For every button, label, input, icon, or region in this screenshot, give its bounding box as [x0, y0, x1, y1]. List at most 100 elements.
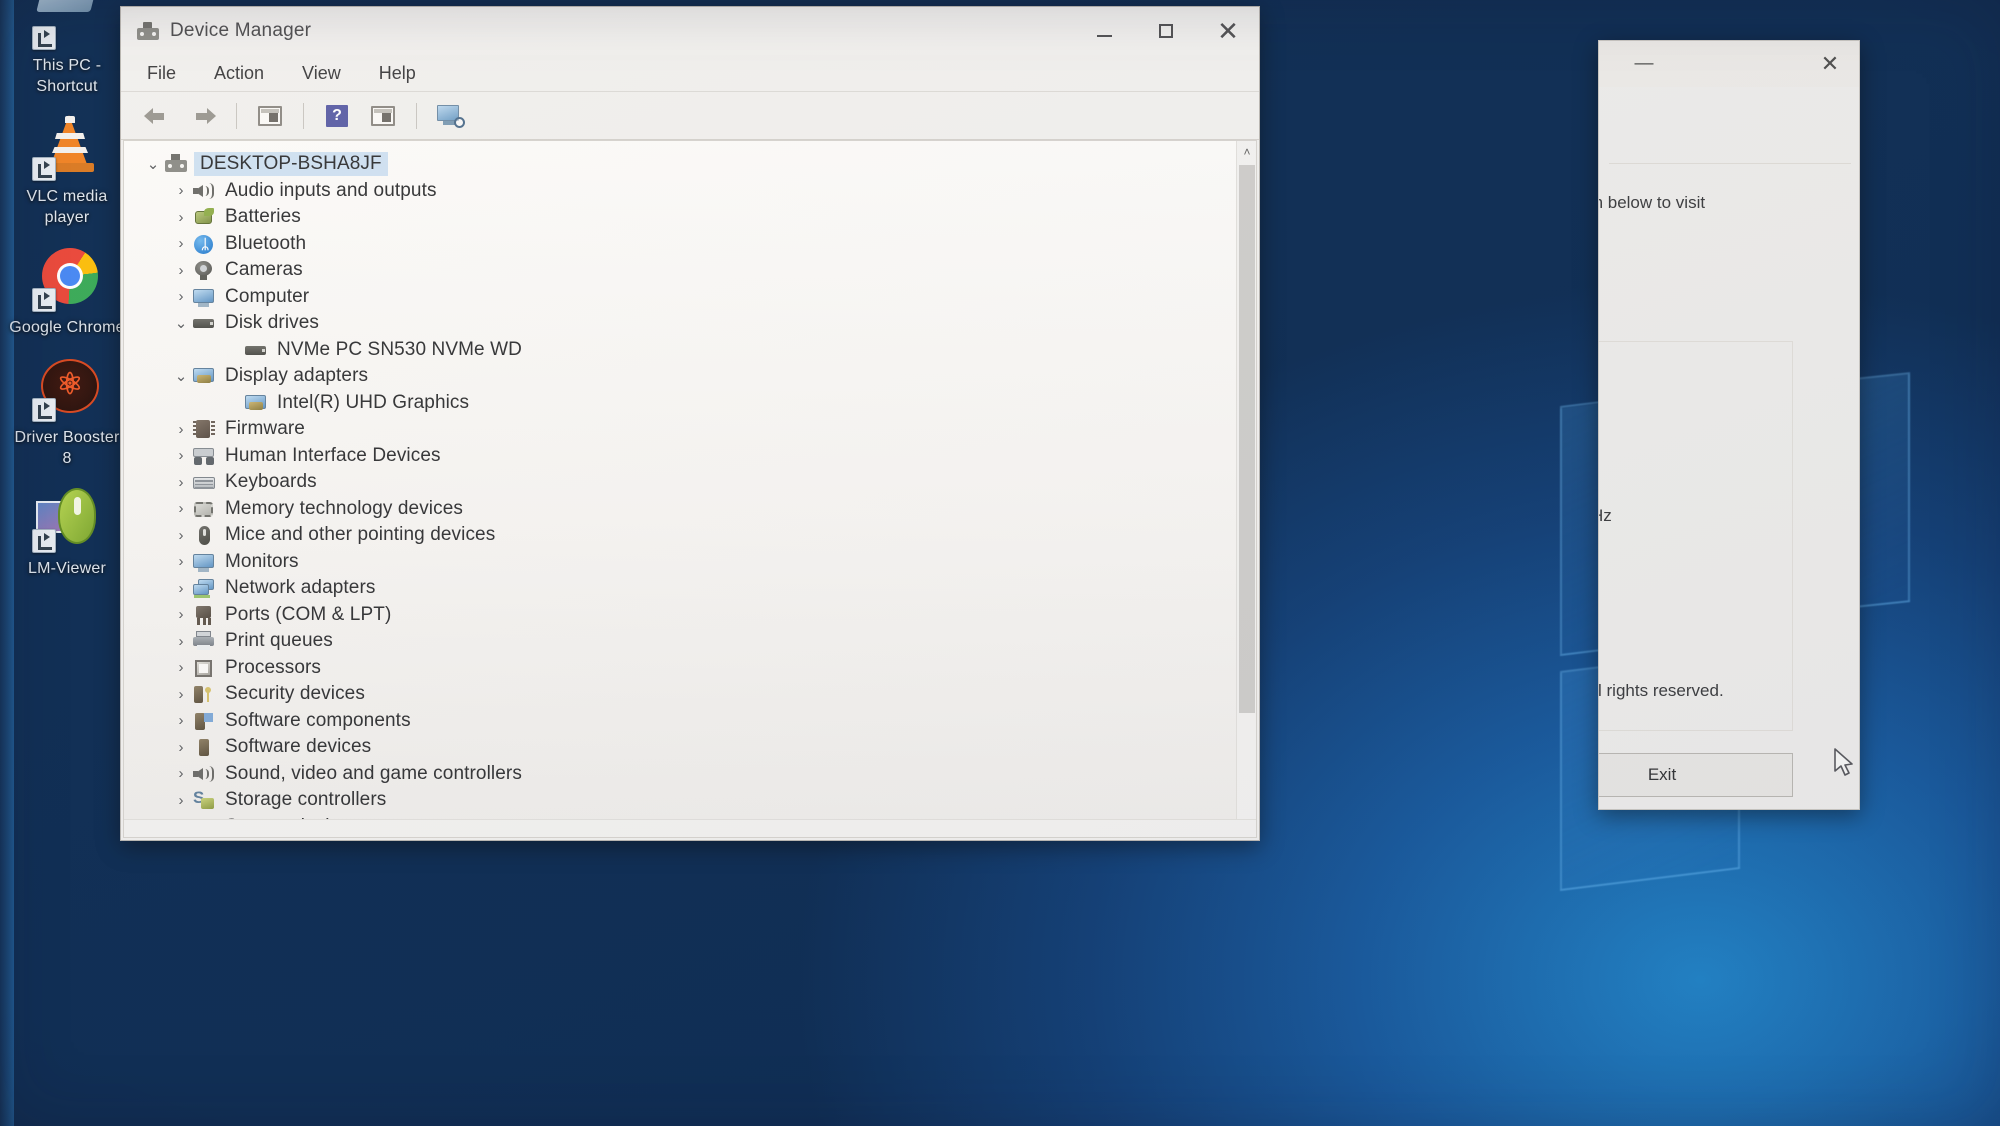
chevron-right-icon[interactable]: › — [170, 500, 192, 517]
desktop-icon-lm-viewer[interactable]: LM-Viewer — [8, 485, 126, 579]
device-tree-row[interactable]: › Human Interface Devices — [138, 443, 1236, 470]
chevron-right-icon[interactable]: › — [170, 209, 192, 226]
device-tree-row[interactable]: › Cameras — [138, 257, 1236, 284]
device-tree-row[interactable]: ⌄ DESKTOP-BSHA8JF — [138, 151, 1236, 178]
device-tree-label: Keyboards — [225, 471, 317, 493]
speaker-icon — [192, 763, 216, 785]
security-icon — [192, 683, 216, 705]
device-tree-row[interactable]: ⌄ Display adapters — [138, 363, 1236, 390]
device-manager-window[interactable]: Device Manager ✕ File Action View Help ? — [120, 6, 1260, 841]
update-driver-button[interactable] — [361, 98, 405, 134]
update-driver-icon — [371, 105, 395, 126]
menu-help[interactable]: Help — [375, 61, 420, 86]
chevron-right-icon[interactable]: › — [170, 288, 192, 305]
this-pc-icon — [30, 0, 104, 52]
device-tree-row[interactable]: › Monitors — [138, 549, 1236, 576]
chrome-icon — [30, 244, 104, 314]
desktop-icon-driver-booster[interactable]: ⚛ Driver Booster 8 — [8, 354, 126, 469]
background-window-divider — [1609, 163, 1851, 164]
scan-hardware-button[interactable] — [428, 98, 472, 134]
menu-bar: File Action View Help — [121, 55, 1259, 92]
chevron-right-icon[interactable]: › — [170, 792, 192, 809]
device-tree-row[interactable]: › Security devices — [138, 681, 1236, 708]
device-tree-row[interactable]: › Keyboards — [138, 469, 1236, 496]
device-tree-row[interactable]: ⌄ Disk drives — [138, 310, 1236, 337]
menu-file[interactable]: File — [143, 61, 180, 86]
speaker-icon — [192, 180, 216, 202]
chevron-right-icon[interactable]: › — [170, 712, 192, 729]
scan-hardware-icon — [437, 104, 465, 128]
device-tree-panel: ⌄ DESKTOP-BSHA8JF › Audio inputs and output… — [123, 140, 1257, 838]
device-tree-label: Mice and other pointing devices — [225, 524, 496, 546]
background-window-close-button[interactable]: ✕ — [1807, 41, 1853, 87]
desktop-icon-chrome[interactable]: Google Chrome — [8, 244, 126, 338]
chevron-down-icon[interactable]: ⌄ — [142, 155, 164, 173]
properties-button[interactable] — [248, 98, 292, 134]
device-tree-row[interactable]: › Software devices — [138, 734, 1236, 761]
desktop-icon-vlc[interactable]: VLC media player — [8, 113, 126, 228]
device-tree-row[interactable]: › ᛦ Bluetooth — [138, 231, 1236, 258]
device-tree-row[interactable]: › Software components — [138, 708, 1236, 735]
background-window-frequency-text: Hz — [1599, 506, 1612, 525]
device-tree-row[interactable]: › Mice and other pointing devices — [138, 522, 1236, 549]
chevron-right-icon[interactable]: › — [170, 262, 192, 279]
chevron-right-icon[interactable]: › — [170, 527, 192, 544]
keyboard-icon — [192, 471, 216, 493]
chevron-right-icon[interactable]: › — [170, 421, 192, 438]
device-tree-row[interactable]: › Processors — [138, 655, 1236, 682]
device-tree-row[interactable]: › Batteries — [138, 204, 1236, 231]
device-tree-row[interactable]: NVMe PC SN530 NVMe WD — [138, 337, 1236, 364]
chevron-down-icon[interactable]: ⌄ — [170, 367, 192, 385]
background-window-minimize-button[interactable]: — — [1621, 41, 1667, 87]
maximize-button[interactable] — [1135, 7, 1197, 55]
device-tree-row[interactable]: › Ports (COM & LPT) — [138, 602, 1236, 629]
exit-button[interactable]: Exit — [1599, 753, 1793, 797]
chevron-right-icon[interactable]: › — [170, 606, 192, 623]
menu-action[interactable]: Action — [210, 61, 268, 86]
chevron-right-icon[interactable]: › — [170, 686, 192, 703]
device-tree-row[interactable]: › Network adapters — [138, 575, 1236, 602]
device-tree-row[interactable]: › Audio inputs and outputs — [138, 178, 1236, 205]
minimize-button[interactable] — [1073, 7, 1135, 55]
device-tree-label: Security devices — [225, 683, 365, 705]
forward-button[interactable] — [181, 98, 225, 134]
device-tree-row[interactable]: › S Storage controllers — [138, 787, 1236, 814]
chevron-right-icon[interactable]: › — [170, 580, 192, 597]
chevron-right-icon[interactable]: › — [170, 633, 192, 650]
chevron-right-icon[interactable]: › — [170, 447, 192, 464]
device-tree-row[interactable]: › Sound, video and game controllers — [138, 761, 1236, 788]
device-tree-row[interactable]: › Computer — [138, 284, 1236, 311]
help-icon: ? — [326, 104, 348, 127]
device-tree-row[interactable]: › Firmware — [138, 416, 1236, 443]
device-tree-row[interactable]: › Memory technology devices — [138, 496, 1236, 523]
chevron-right-icon[interactable]: › — [170, 182, 192, 199]
device-tree[interactable]: ⌄ DESKTOP-BSHA8JF › Audio inputs and output… — [124, 141, 1236, 837]
chevron-right-icon[interactable]: › — [170, 553, 192, 570]
chevron-right-icon[interactable]: › — [170, 765, 192, 782]
chevron-right-icon[interactable]: › — [170, 235, 192, 252]
help-button[interactable]: ? — [315, 98, 359, 134]
chevron-down-icon[interactable]: ⌄ — [170, 314, 192, 332]
device-tree-label: Disk drives — [225, 312, 320, 334]
chevron-right-icon[interactable]: › — [170, 474, 192, 491]
device-manager-titlebar[interactable]: Device Manager ✕ — [121, 7, 1259, 55]
scrollbar-thumb[interactable] — [1239, 165, 1255, 713]
display-adapter-icon — [192, 365, 216, 387]
battery-icon — [192, 206, 216, 228]
menu-view[interactable]: View — [298, 61, 345, 86]
scroll-up-button[interactable]: ˄ — [1237, 141, 1256, 163]
device-tree-row[interactable]: › Print queues — [138, 628, 1236, 655]
chevron-right-icon[interactable]: › — [170, 739, 192, 756]
horizontal-scrollbar[interactable] — [124, 819, 1256, 837]
device-tree-row[interactable]: Intel(R) UHD Graphics — [138, 390, 1236, 417]
vertical-scrollbar[interactable]: ˄ ˅ — [1236, 141, 1256, 837]
device-tree-label: Ports (COM & LPT) — [225, 603, 392, 625]
display-adapter-icon — [244, 392, 268, 414]
back-button[interactable] — [135, 98, 179, 134]
desktop-icon-this-pc[interactable]: This PC - Shortcut — [8, 0, 126, 97]
chevron-right-icon[interactable]: › — [170, 659, 192, 676]
background-application-window[interactable]: — ✕ " button below to visit Hz soft. All… — [1598, 40, 1860, 810]
desktop-icon-label: LM-Viewer — [28, 560, 106, 577]
device-tree-label: Bluetooth — [225, 232, 307, 254]
close-button[interactable]: ✕ — [1197, 7, 1259, 55]
